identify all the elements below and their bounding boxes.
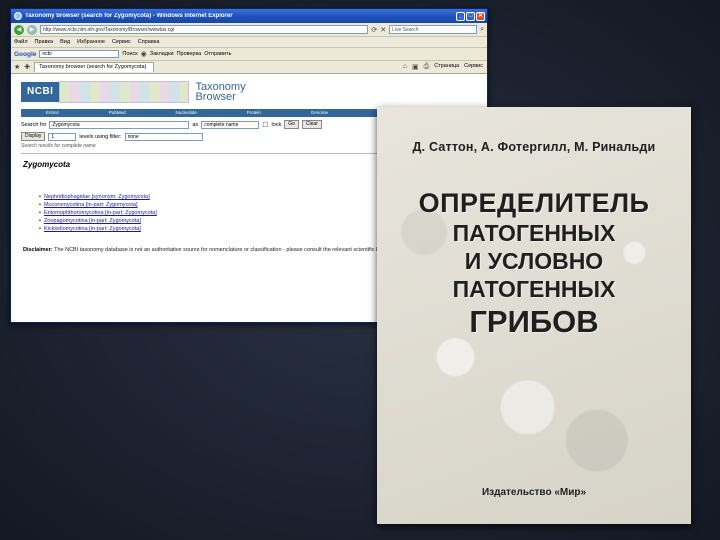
google-search-button[interactable]: Поиск [122, 51, 137, 57]
taxonomy-browser-title: Taxonomy Browser [195, 82, 245, 103]
maximize-icon[interactable]: □ [466, 11, 475, 21]
google-search-input[interactable]: ncbi [39, 50, 120, 58]
tools-menu[interactable]: Сервис [464, 63, 483, 71]
book-authors: Д. Саттон, А. Фотергилл, М. Ринальди [412, 140, 656, 154]
menu-file[interactable]: Файл [14, 39, 28, 45]
book-cover: Д. Саттон, А. Фотергилл, М. Ринальди ОПР… [377, 107, 691, 524]
title-bar: Taxonomy browser (search for Zygomycota)… [11, 9, 487, 23]
book-title-line1: ОПРЕДЕЛИТЕЛЬ [418, 188, 650, 218]
feeds-icon[interactable]: ▣ [412, 63, 419, 71]
nav-genome[interactable]: Genome [311, 109, 328, 117]
display-button[interactable]: Display [21, 132, 46, 141]
book-title: ОПРЕДЕЛИТЕЛЬ ПАТОГЕННЫХ И УСЛОВНО ПАТОГЕ… [377, 188, 691, 339]
google-send[interactable]: Отправить [204, 51, 231, 57]
menu-view[interactable]: Вид [60, 39, 70, 45]
favorites-star-icon[interactable]: ★ [14, 63, 20, 71]
nav-entrez[interactable]: Entrez [46, 109, 59, 117]
menu-bar: Файл Правка Вид Избранное Сервис Справка [11, 37, 487, 48]
google-logo: Google [14, 50, 37, 58]
google-toolbar: Google ncbi Поиск ◉ Закладки Проверка От… [11, 48, 487, 61]
close-icon[interactable]: ✕ [476, 11, 485, 21]
nav-nucleotide[interactable]: Nucleotide [175, 109, 196, 117]
book-title-line2: ПАТОГЕННЫХ [452, 220, 616, 246]
address-input[interactable]: http://www.ncbi.nlm.nih.gov/Taxonomy/Bro… [40, 25, 369, 34]
nav-pubmed[interactable]: PubMed [109, 109, 126, 117]
forward-icon[interactable]: ▶ [27, 24, 37, 35]
book-title-line4: ПАТОГЕННЫХ [452, 276, 616, 302]
menu-favorites[interactable]: Избранное [77, 39, 105, 45]
banner-image [59, 81, 190, 103]
refresh-icon[interactable]: ⟳ [371, 26, 377, 34]
back-icon[interactable]: ◀ [14, 24, 24, 35]
lock-checkbox[interactable]: ☐ [262, 121, 268, 129]
menu-help[interactable]: Справка [138, 39, 160, 45]
globe-icon[interactable]: ◉ [141, 50, 147, 58]
menu-tools[interactable]: Сервис [112, 39, 131, 45]
window-title: Taxonomy browser (search for Zygomycota)… [25, 13, 233, 19]
search-input[interactable]: Zygomycota [49, 120, 190, 129]
tab-taxonomy[interactable]: Taxonomy browser (search for Zygomycota) [34, 62, 155, 72]
ncbi-banner: NCBI Taxonomy Browser [21, 78, 481, 106]
search-icon[interactable]: ⌕ [480, 26, 484, 34]
ncbi-logo[interactable]: NCBI [21, 82, 60, 102]
book-title-line5: ГРИБОВ [469, 304, 599, 339]
filter-select[interactable]: none [124, 132, 203, 141]
google-spellcheck[interactable]: Проверка [177, 51, 202, 57]
minimize-icon[interactable]: _ [456, 11, 465, 21]
name-type-select[interactable]: complete name [201, 120, 260, 129]
stop-icon[interactable]: ✕ [380, 26, 386, 34]
home-icon[interactable]: ⌂ [403, 63, 407, 71]
page-menu[interactable]: Страница [434, 63, 459, 71]
print-icon[interactable]: ⎙ [424, 63, 430, 71]
live-search-input[interactable]: Live Search [389, 25, 478, 34]
search-label: Search for [21, 121, 47, 128]
disclaimer-label: Disclaimer: [23, 247, 53, 253]
as-label: as [192, 121, 199, 128]
book-title-line3: И УСЛОВНО [464, 248, 604, 274]
ie-icon [14, 12, 22, 20]
add-favorite-icon[interactable]: ✚ [24, 63, 30, 71]
google-bookmarks[interactable]: Закладки [150, 51, 174, 57]
lock-label: lock [271, 121, 282, 128]
menu-edit[interactable]: Правка [35, 39, 54, 45]
levels-label: levels using filter: [79, 133, 122, 140]
tab-bar: ★ ✚ Taxonomy browser (search for Zygomyc… [11, 61, 487, 74]
nav-protein[interactable]: Protein [247, 109, 261, 117]
address-bar: ◀ ▶ http://www.ncbi.nlm.nih.gov/Taxonomy… [11, 23, 487, 37]
levels-input[interactable]: 1 [48, 132, 77, 141]
go-button[interactable]: Go [284, 120, 299, 129]
clear-button[interactable]: Clear [301, 120, 322, 129]
tax-title-line2: Browser [195, 91, 236, 103]
book-publisher: Издательство «Мир» [481, 487, 587, 498]
